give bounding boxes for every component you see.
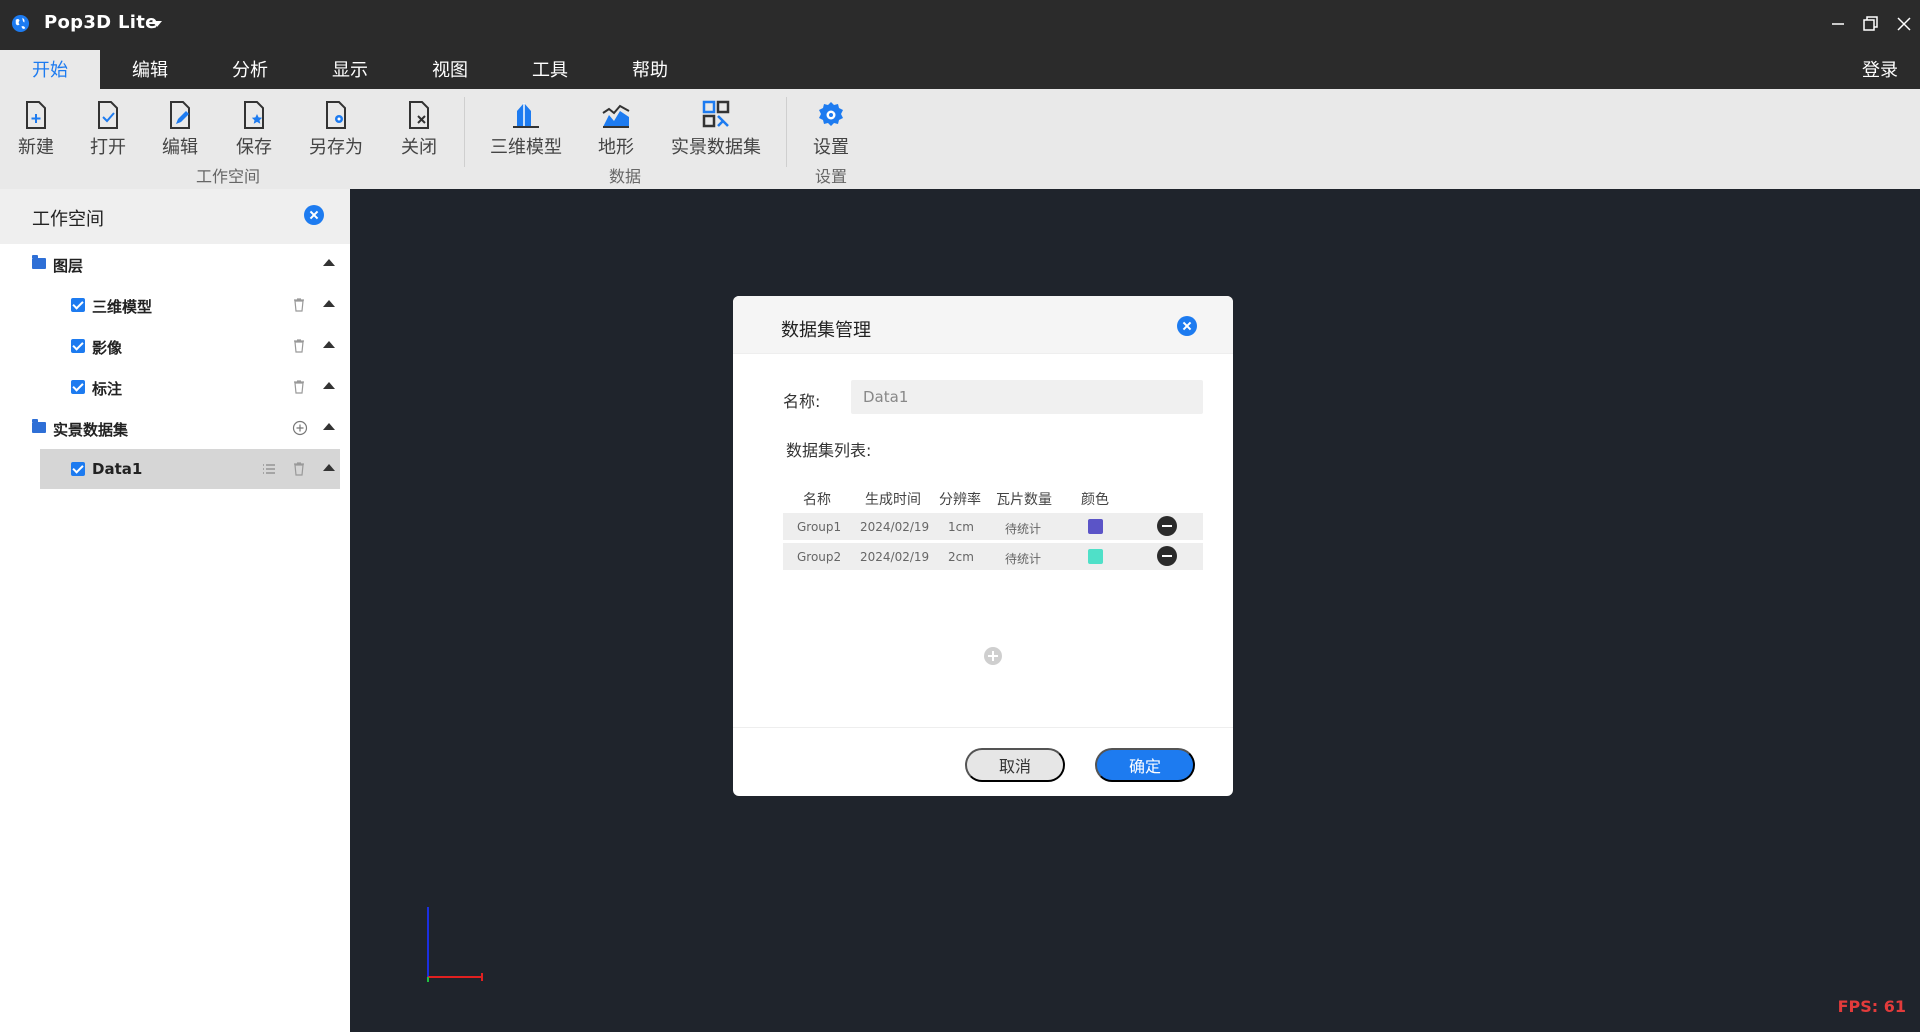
tree-item-data1[interactable]: Data1 xyxy=(40,449,340,489)
save-button[interactable]: 保存 xyxy=(232,99,276,159)
tree-item-annotation[interactable]: 标注 xyxy=(0,367,350,407)
ribbon-toolbar: 新建 打开 编辑 保存 另存为 关闭 工作空间 三维模型 地形 实景数据集 数据… xyxy=(0,89,1920,189)
fps-counter: FPS: 61 xyxy=(1837,997,1906,1016)
name-label: 名称: xyxy=(783,392,821,411)
group-label-settings: 设置 xyxy=(815,167,848,186)
move-up-caret-icon[interactable] xyxy=(323,300,335,307)
settings-button[interactable]: 设置 xyxy=(809,99,853,159)
reality-dataset-button[interactable]: 实景数据集 xyxy=(670,99,762,159)
workspace-panel-header: 工作空间 xyxy=(0,189,350,244)
dialog-title: 数据集管理 xyxy=(781,320,871,341)
save-as-button[interactable]: 另存为 xyxy=(306,99,366,159)
restore-icon[interactable] xyxy=(1858,12,1882,36)
globe-logo-icon xyxy=(11,14,30,33)
tree-folder-reality-datasets[interactable]: 实景数据集 xyxy=(0,408,350,448)
tab-view[interactable]: 视图 xyxy=(400,50,500,89)
column-header-tiles: 瓦片数量 xyxy=(996,492,1052,508)
add-group-icon[interactable] xyxy=(984,647,1002,665)
open-button[interactable]: 打开 xyxy=(86,99,130,159)
gear-icon xyxy=(819,102,843,126)
3d-model-button[interactable]: 三维模型 xyxy=(490,99,562,159)
tab-display[interactable]: 显示 xyxy=(300,50,400,89)
close-window-icon[interactable] xyxy=(1892,12,1916,36)
visibility-checkbox[interactable] xyxy=(71,298,85,312)
cancel-button[interactable]: 取消 xyxy=(965,748,1065,782)
tree-folder-layers[interactable]: 图层 xyxy=(0,244,350,284)
login-button[interactable]: 登录 xyxy=(1862,50,1898,89)
close-panel-icon[interactable] xyxy=(304,205,324,225)
new-button[interactable]: 新建 xyxy=(14,99,58,159)
app-window: Pop3D Lite 开始 编辑 分析 显示 视图 工具 帮助 登录 新建 打开… xyxy=(0,0,1920,1032)
trash-icon[interactable] xyxy=(292,461,306,477)
ok-button[interactable]: 确定 xyxy=(1095,748,1195,782)
move-up-caret-icon[interactable] xyxy=(323,464,335,471)
tree-item-imagery[interactable]: 影像 xyxy=(0,326,350,366)
save-file-icon xyxy=(244,101,264,129)
collapse-caret-icon[interactable] xyxy=(323,423,335,430)
tab-start[interactable]: 开始 xyxy=(0,50,100,89)
terrain-icon xyxy=(602,104,630,128)
dataset-management-dialog: 数据集管理 名称: 数据集列表: 名称 生成时间 分辨率 瓦片数量 颜色 Gro… xyxy=(733,296,1233,796)
remove-row-icon[interactable] xyxy=(1157,516,1177,536)
ribbon-separator xyxy=(464,97,465,167)
trash-icon[interactable] xyxy=(292,297,306,313)
column-header-name: 名称 xyxy=(803,492,831,508)
terrain-button[interactable]: 地形 xyxy=(594,99,638,159)
tab-tools[interactable]: 工具 xyxy=(500,50,600,89)
app-menu-dropdown-icon[interactable] xyxy=(152,21,162,27)
edit-button[interactable]: 编辑 xyxy=(158,99,202,159)
menu-bar: 开始 编辑 分析 显示 视图 工具 帮助 登录 xyxy=(0,50,1920,89)
color-swatch[interactable] xyxy=(1088,549,1103,564)
visibility-checkbox[interactable] xyxy=(71,462,85,476)
collapse-caret-icon[interactable] xyxy=(323,259,335,266)
ribbon-separator xyxy=(786,97,787,167)
tab-edit[interactable]: 编辑 xyxy=(100,50,200,89)
visibility-checkbox[interactable] xyxy=(71,339,85,353)
close-dialog-icon[interactable] xyxy=(1177,316,1197,336)
app-title: Pop3D Lite xyxy=(44,12,158,33)
folder-icon xyxy=(32,419,46,433)
open-file-icon xyxy=(98,101,118,129)
dialog-header: 数据集管理 xyxy=(733,296,1233,354)
visibility-checkbox[interactable] xyxy=(71,380,85,394)
tab-analysis[interactable]: 分析 xyxy=(200,50,300,89)
group-label-workspace: 工作空间 xyxy=(196,167,261,186)
new-file-icon xyxy=(26,101,46,129)
workspace-panel: 工作空间 图层 三维模型 影像 标注 实景数据集 Data1 xyxy=(0,189,350,1032)
panel-title: 工作空间 xyxy=(32,209,104,230)
tab-help[interactable]: 帮助 xyxy=(600,50,700,89)
dataset-grid-icon xyxy=(702,100,730,128)
remove-row-icon[interactable] xyxy=(1157,546,1177,566)
move-up-caret-icon[interactable] xyxy=(323,341,335,348)
building-icon xyxy=(513,103,539,128)
add-circle-icon[interactable] xyxy=(292,420,308,436)
dataset-name-input[interactable] xyxy=(851,380,1203,414)
list-icon[interactable] xyxy=(262,461,276,477)
table-row[interactable]: Group1 2024/02/19 1cm 待统计 xyxy=(783,513,1203,540)
minimize-icon[interactable] xyxy=(1826,12,1850,36)
edit-file-icon xyxy=(170,101,190,129)
save-as-file-icon xyxy=(326,101,346,129)
dialog-footer-divider xyxy=(733,727,1233,728)
move-up-caret-icon[interactable] xyxy=(323,382,335,389)
table-row[interactable]: Group2 2024/02/19 2cm 待统计 xyxy=(783,543,1203,570)
column-header-time: 生成时间 xyxy=(865,492,921,508)
folder-icon xyxy=(32,255,46,269)
axis-gizmo-icon xyxy=(427,907,483,982)
dataset-list-label: 数据集列表: xyxy=(786,441,872,460)
title-bar: Pop3D Lite xyxy=(0,0,1920,50)
group-label-data: 数据 xyxy=(609,167,642,186)
trash-icon[interactable] xyxy=(292,338,306,354)
tree-item-3d-model[interactable]: 三维模型 xyxy=(0,285,350,325)
column-header-resolution: 分辨率 xyxy=(939,492,981,508)
column-header-color: 颜色 xyxy=(1081,492,1109,508)
trash-icon[interactable] xyxy=(292,379,306,395)
close-file-icon xyxy=(409,101,429,129)
close-button[interactable]: 关闭 xyxy=(397,99,441,159)
color-swatch[interactable] xyxy=(1088,519,1103,534)
